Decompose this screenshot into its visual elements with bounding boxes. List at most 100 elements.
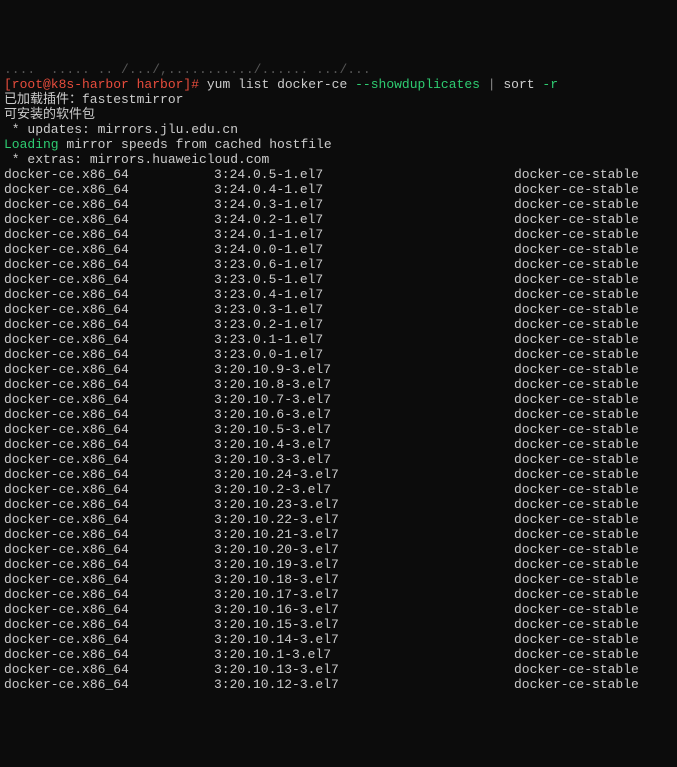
package-row: docker-ce.x86_643:20.10.7-3.el7docker-ce… (4, 392, 673, 407)
truncated-top-line: .... ..... .. /.../,.........../...... .… (4, 62, 673, 77)
package-row: docker-ce.x86_643:20.10.2-3.el7docker-ce… (4, 482, 673, 497)
package-row: docker-ce.x86_643:20.10.9-3.el7docker-ce… (4, 362, 673, 377)
prompt-line: [root@k8s-harbor harbor]# yum list docke… (4, 77, 673, 92)
flag-showduplicates: --showduplicates (355, 77, 480, 92)
extras-line: * extras: mirrors.huaweicloud.com (4, 152, 673, 167)
loading-rest: mirror speeds from cached hostfile (59, 137, 332, 152)
package-version: 3:20.10.3-3.el7 (214, 452, 514, 467)
package-version: 3:23.0.3-1.el7 (214, 302, 514, 317)
package-name: docker-ce.x86_64 (4, 617, 214, 632)
package-version: 3:20.10.23-3.el7 (214, 497, 514, 512)
package-name: docker-ce.x86_64 (4, 182, 214, 197)
package-name: docker-ce.x86_64 (4, 407, 214, 422)
loading-line: Loading mirror speeds from cached hostfi… (4, 137, 673, 152)
terminal-output[interactable]: .... ..... .. /.../,.........../...... .… (4, 62, 673, 692)
package-version: 3:24.0.3-1.el7 (214, 197, 514, 212)
package-version: 3:20.10.6-3.el7 (214, 407, 514, 422)
package-version: 3:20.10.8-3.el7 (214, 377, 514, 392)
package-repo: docker-ce-stable (514, 437, 673, 452)
package-repo: docker-ce-stable (514, 512, 673, 527)
package-version: 3:20.10.9-3.el7 (214, 362, 514, 377)
command: yum list docker-ce (207, 77, 347, 92)
package-repo: docker-ce-stable (514, 272, 673, 287)
package-row: docker-ce.x86_643:20.10.17-3.el7docker-c… (4, 587, 673, 602)
package-name: docker-ce.x86_64 (4, 452, 214, 467)
package-name: docker-ce.x86_64 (4, 437, 214, 452)
package-name: docker-ce.x86_64 (4, 167, 214, 182)
package-version: 3:24.0.5-1.el7 (214, 167, 514, 182)
package-name: docker-ce.x86_64 (4, 662, 214, 677)
package-name: docker-ce.x86_64 (4, 227, 214, 242)
package-row: docker-ce.x86_643:20.10.3-3.el7docker-ce… (4, 452, 673, 467)
package-name: docker-ce.x86_64 (4, 212, 214, 227)
package-repo: docker-ce-stable (514, 317, 673, 332)
package-name: docker-ce.x86_64 (4, 362, 214, 377)
package-repo: docker-ce-stable (514, 557, 673, 572)
package-repo: docker-ce-stable (514, 332, 673, 347)
package-version: 3:24.0.2-1.el7 (214, 212, 514, 227)
package-row: docker-ce.x86_643:20.10.20-3.el7docker-c… (4, 542, 673, 557)
package-name: docker-ce.x86_64 (4, 377, 214, 392)
package-repo: docker-ce-stable (514, 392, 673, 407)
package-name: docker-ce.x86_64 (4, 467, 214, 482)
package-repo: docker-ce-stable (514, 602, 673, 617)
package-repo: docker-ce-stable (514, 452, 673, 467)
package-version: 3:20.10.19-3.el7 (214, 557, 514, 572)
package-repo: docker-ce-stable (514, 362, 673, 377)
package-repo: docker-ce-stable (514, 587, 673, 602)
package-name: docker-ce.x86_64 (4, 542, 214, 557)
package-repo: docker-ce-stable (514, 212, 673, 227)
package-name: docker-ce.x86_64 (4, 587, 214, 602)
package-version: 3:20.10.1-3.el7 (214, 647, 514, 662)
package-row: docker-ce.x86_643:23.0.3-1.el7docker-ce-… (4, 302, 673, 317)
package-name: docker-ce.x86_64 (4, 422, 214, 437)
package-version: 3:24.0.4-1.el7 (214, 182, 514, 197)
package-repo: docker-ce-stable (514, 347, 673, 362)
package-version: 3:20.10.16-3.el7 (214, 602, 514, 617)
plugin-line: 已加载插件：fastestmirror (4, 92, 673, 107)
package-name: docker-ce.x86_64 (4, 677, 214, 692)
package-version: 3:20.10.4-3.el7 (214, 437, 514, 452)
package-version: 3:20.10.15-3.el7 (214, 617, 514, 632)
loading-word: Loading (4, 137, 59, 152)
package-version: 3:20.10.21-3.el7 (214, 527, 514, 542)
package-repo: docker-ce-stable (514, 287, 673, 302)
package-list: docker-ce.x86_643:24.0.5-1.el7docker-ce-… (4, 167, 673, 692)
pipe: | (488, 77, 496, 92)
package-version: 3:20.10.7-3.el7 (214, 392, 514, 407)
package-repo: docker-ce-stable (514, 407, 673, 422)
package-version: 3:20.10.17-3.el7 (214, 587, 514, 602)
package-row: docker-ce.x86_643:20.10.22-3.el7docker-c… (4, 512, 673, 527)
package-version: 3:23.0.6-1.el7 (214, 257, 514, 272)
package-name: docker-ce.x86_64 (4, 392, 214, 407)
package-repo: docker-ce-stable (514, 542, 673, 557)
package-row: docker-ce.x86_643:20.10.23-3.el7docker-c… (4, 497, 673, 512)
package-repo: docker-ce-stable (514, 422, 673, 437)
package-row: docker-ce.x86_643:23.0.5-1.el7docker-ce-… (4, 272, 673, 287)
package-repo: docker-ce-stable (514, 662, 673, 677)
package-row: docker-ce.x86_643:23.0.1-1.el7docker-ce-… (4, 332, 673, 347)
package-repo: docker-ce-stable (514, 257, 673, 272)
package-row: docker-ce.x86_643:20.10.16-3.el7docker-c… (4, 602, 673, 617)
package-name: docker-ce.x86_64 (4, 242, 214, 257)
package-version: 3:23.0.0-1.el7 (214, 347, 514, 362)
package-name: docker-ce.x86_64 (4, 497, 214, 512)
package-name: docker-ce.x86_64 (4, 302, 214, 317)
package-repo: docker-ce-stable (514, 482, 673, 497)
package-row: docker-ce.x86_643:20.10.15-3.el7docker-c… (4, 617, 673, 632)
package-row: docker-ce.x86_643:20.10.12-3.el7docker-c… (4, 677, 673, 692)
package-repo: docker-ce-stable (514, 167, 673, 182)
package-name: docker-ce.x86_64 (4, 257, 214, 272)
package-name: docker-ce.x86_64 (4, 572, 214, 587)
package-row: docker-ce.x86_643:24.0.1-1.el7docker-ce-… (4, 227, 673, 242)
package-version: 3:20.10.18-3.el7 (214, 572, 514, 587)
package-repo: docker-ce-stable (514, 632, 673, 647)
available-line: 可安装的软件包 (4, 107, 673, 122)
package-repo: docker-ce-stable (514, 572, 673, 587)
package-row: docker-ce.x86_643:24.0.2-1.el7docker-ce-… (4, 212, 673, 227)
package-name: docker-ce.x86_64 (4, 602, 214, 617)
package-name: docker-ce.x86_64 (4, 272, 214, 287)
package-row: docker-ce.x86_643:24.0.3-1.el7docker-ce-… (4, 197, 673, 212)
package-version: 3:20.10.22-3.el7 (214, 512, 514, 527)
package-row: docker-ce.x86_643:20.10.8-3.el7docker-ce… (4, 377, 673, 392)
